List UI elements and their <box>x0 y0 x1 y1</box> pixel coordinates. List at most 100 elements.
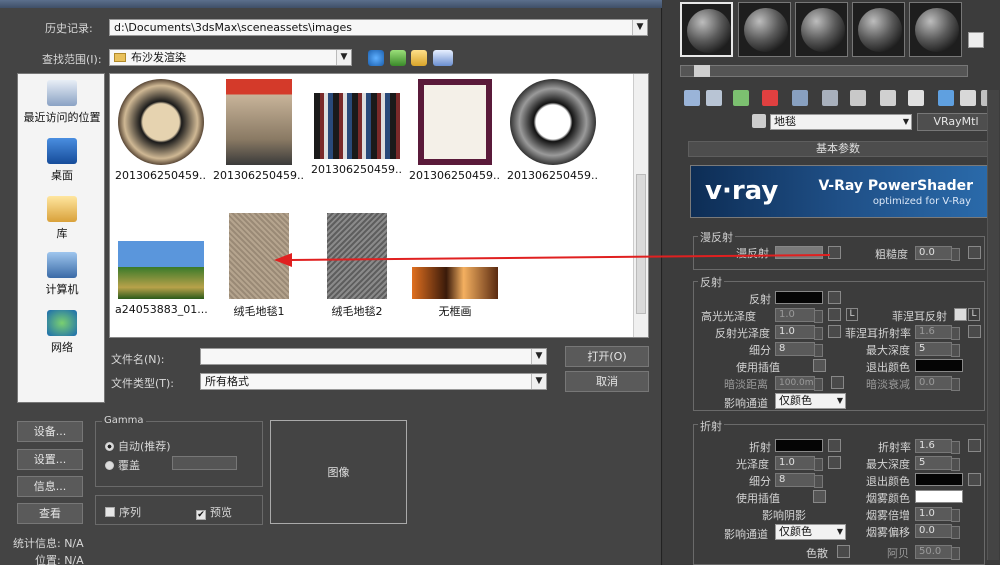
file-item[interactable]: 201306250459... <box>115 79 207 182</box>
roughness-map-button[interactable] <box>968 246 981 259</box>
material-slot[interactable] <box>680 2 733 57</box>
abbe-spinner[interactable]: 50.0 <box>915 545 960 560</box>
fresnel-checkbox[interactable] <box>954 308 967 321</box>
reset-icon[interactable] <box>762 90 778 106</box>
file-item[interactable]: a24053883_01... <box>115 213 207 316</box>
hilight-gloss-spinner[interactable]: 1.0 <box>775 308 823 323</box>
refract-interp-checkbox[interactable] <box>813 490 826 503</box>
material-name-field[interactable]: 地毯 ▼ <box>770 114 912 130</box>
file-list-scrollbar[interactable] <box>633 74 648 337</box>
file-list[interactable]: 201306250459... 201306250459... 20130625… <box>109 73 649 338</box>
reflect-interp-checkbox[interactable] <box>813 359 826 372</box>
chevron-down-icon[interactable]: ▼ <box>837 525 843 539</box>
up-folder-icon[interactable] <box>390 50 406 66</box>
open-button[interactable]: 打开(O) <box>565 346 649 367</box>
refract-gloss-spinner[interactable]: 1.0 <box>775 456 823 471</box>
history-combo[interactable]: d:\Documents\3dsMax\sceneassets\images ▼ <box>109 19 648 36</box>
filename-input[interactable]: ▼ <box>200 348 547 365</box>
chevron-down-icon[interactable]: ▼ <box>531 349 546 364</box>
diffuse-map-button[interactable] <box>828 246 841 259</box>
place-recent[interactable]: 最近访问的位置 <box>18 80 106 125</box>
reflect-map-button[interactable] <box>828 291 841 304</box>
new-folder-icon[interactable] <box>411 50 427 66</box>
scrollbar-thumb[interactable] <box>694 65 710 77</box>
get-material-icon[interactable] <box>684 90 700 106</box>
fog-mult-spinner[interactable]: 1.0 <box>915 507 960 522</box>
reflect-color-swatch[interactable] <box>775 291 823 304</box>
refract-gloss-map-button[interactable] <box>828 456 841 469</box>
gamma-override-radio[interactable]: 覆盖 <box>105 457 140 473</box>
chevron-down-icon[interactable]: ▼ <box>632 20 647 35</box>
reflect-affect-select[interactable]: 仅颜色 ▼ <box>775 393 846 409</box>
reflect-exit-color-swatch[interactable] <box>915 359 963 372</box>
refract-maxdepth-spinner[interactable]: 5 <box>915 456 960 471</box>
fresnel-ior-map-button[interactable] <box>968 325 981 338</box>
gamma-override-spinner[interactable] <box>172 456 237 470</box>
lock-button[interactable]: L <box>846 308 858 321</box>
fog-bias-spinner[interactable]: 0.0 <box>915 524 960 539</box>
diffuse-color-swatch[interactable] <box>775 246 823 259</box>
chevron-down-icon[interactable]: ▼ <box>837 394 843 408</box>
dim-distance-spinner[interactable]: 100.0m <box>775 376 823 391</box>
devices-button[interactable]: 设备... <box>17 421 83 442</box>
material-slot[interactable] <box>852 2 905 57</box>
lookin-combo[interactable]: 布沙发渲染 ▼ <box>109 49 352 66</box>
file-item[interactable]: 绒毛地毯1 <box>213 213 305 319</box>
setup-button[interactable]: 设置... <box>17 449 83 470</box>
dispersion-checkbox[interactable] <box>837 545 850 558</box>
gamma-auto-radio[interactable]: 自动(推荐) <box>105 438 171 454</box>
dim-distance-checkbox[interactable] <box>831 376 844 389</box>
eyedropper-icon[interactable] <box>752 114 766 128</box>
material-slot[interactable] <box>738 2 791 57</box>
reflect-maxdepth-spinner[interactable]: 5 <box>915 342 960 357</box>
back-icon[interactable] <box>368 50 384 66</box>
chevron-down-icon[interactable]: ▼ <box>336 50 351 65</box>
show-map-icon[interactable] <box>908 90 924 106</box>
refract-exit-color-swatch[interactable] <box>915 473 963 486</box>
place-libraries[interactable]: 库 <box>18 196 106 241</box>
refract-subdivs-spinner[interactable]: 8 <box>775 473 823 488</box>
reflect-gloss-spinner[interactable]: 1.0 <box>775 325 823 340</box>
show-end-result-icon[interactable] <box>938 90 954 106</box>
fog-color-swatch[interactable] <box>915 490 963 503</box>
hilight-map-button[interactable] <box>828 308 841 321</box>
file-item[interactable]: 201306250459... <box>409 79 501 182</box>
slots-scrollbar[interactable] <box>680 65 968 77</box>
material-slot[interactable] <box>795 2 848 57</box>
put-to-library-icon[interactable] <box>850 90 866 106</box>
material-type-button[interactable]: VRayMtl <box>917 113 995 131</box>
fresnel-ior-spinner[interactable]: 1.6 <box>915 325 960 340</box>
chevron-down-icon[interactable]: ▼ <box>903 115 909 129</box>
copy-material-icon[interactable] <box>792 90 808 106</box>
refract-color-swatch[interactable] <box>775 439 823 452</box>
cancel-button[interactable]: 取消 <box>565 371 649 392</box>
refract-affect-select[interactable]: 仅颜色 ▼ <box>775 524 846 540</box>
basic-params-rollout[interactable]: 基本参数 <box>688 141 988 157</box>
place-computer[interactable]: 计算机 <box>18 252 106 297</box>
file-item[interactable]: 无框画 <box>409 213 501 319</box>
chevron-down-icon[interactable]: ▼ <box>531 374 546 389</box>
info-button[interactable]: 信息... <box>17 476 83 497</box>
make-unique-icon[interactable] <box>822 90 838 106</box>
ior-spinner[interactable]: 1.6 <box>915 439 960 454</box>
reflect-subdivs-spinner[interactable]: 8 <box>775 342 823 357</box>
assign-material-icon[interactable] <box>733 90 749 106</box>
fresnel-lock-button[interactable]: L <box>968 308 980 321</box>
put-to-scene-icon[interactable] <box>706 90 722 106</box>
sample-type-icon[interactable] <box>968 32 984 48</box>
material-id-icon[interactable] <box>880 90 896 106</box>
ior-map-button[interactable] <box>968 439 981 452</box>
refract-exit-checkbox[interactable] <box>968 473 981 486</box>
panel-scrollbar[interactable] <box>987 90 999 560</box>
file-item[interactable]: 201306250459... <box>311 79 403 176</box>
view-button[interactable]: 查看 <box>17 503 83 524</box>
place-desktop[interactable]: 桌面 <box>18 138 106 183</box>
view-menu-icon[interactable] <box>433 50 453 66</box>
file-item[interactable]: 201306250459... <box>213 79 305 182</box>
reflect-gloss-map-button[interactable] <box>828 325 841 338</box>
file-item[interactable]: 绒毛地毯2 <box>311 213 403 319</box>
preview-checkbox[interactable]: ✔ 预览 <box>196 504 232 520</box>
go-to-parent-icon[interactable] <box>960 90 976 106</box>
dim-falloff-spinner[interactable]: 0.0 <box>915 376 960 391</box>
file-item[interactable]: 201306250459... <box>507 79 599 182</box>
